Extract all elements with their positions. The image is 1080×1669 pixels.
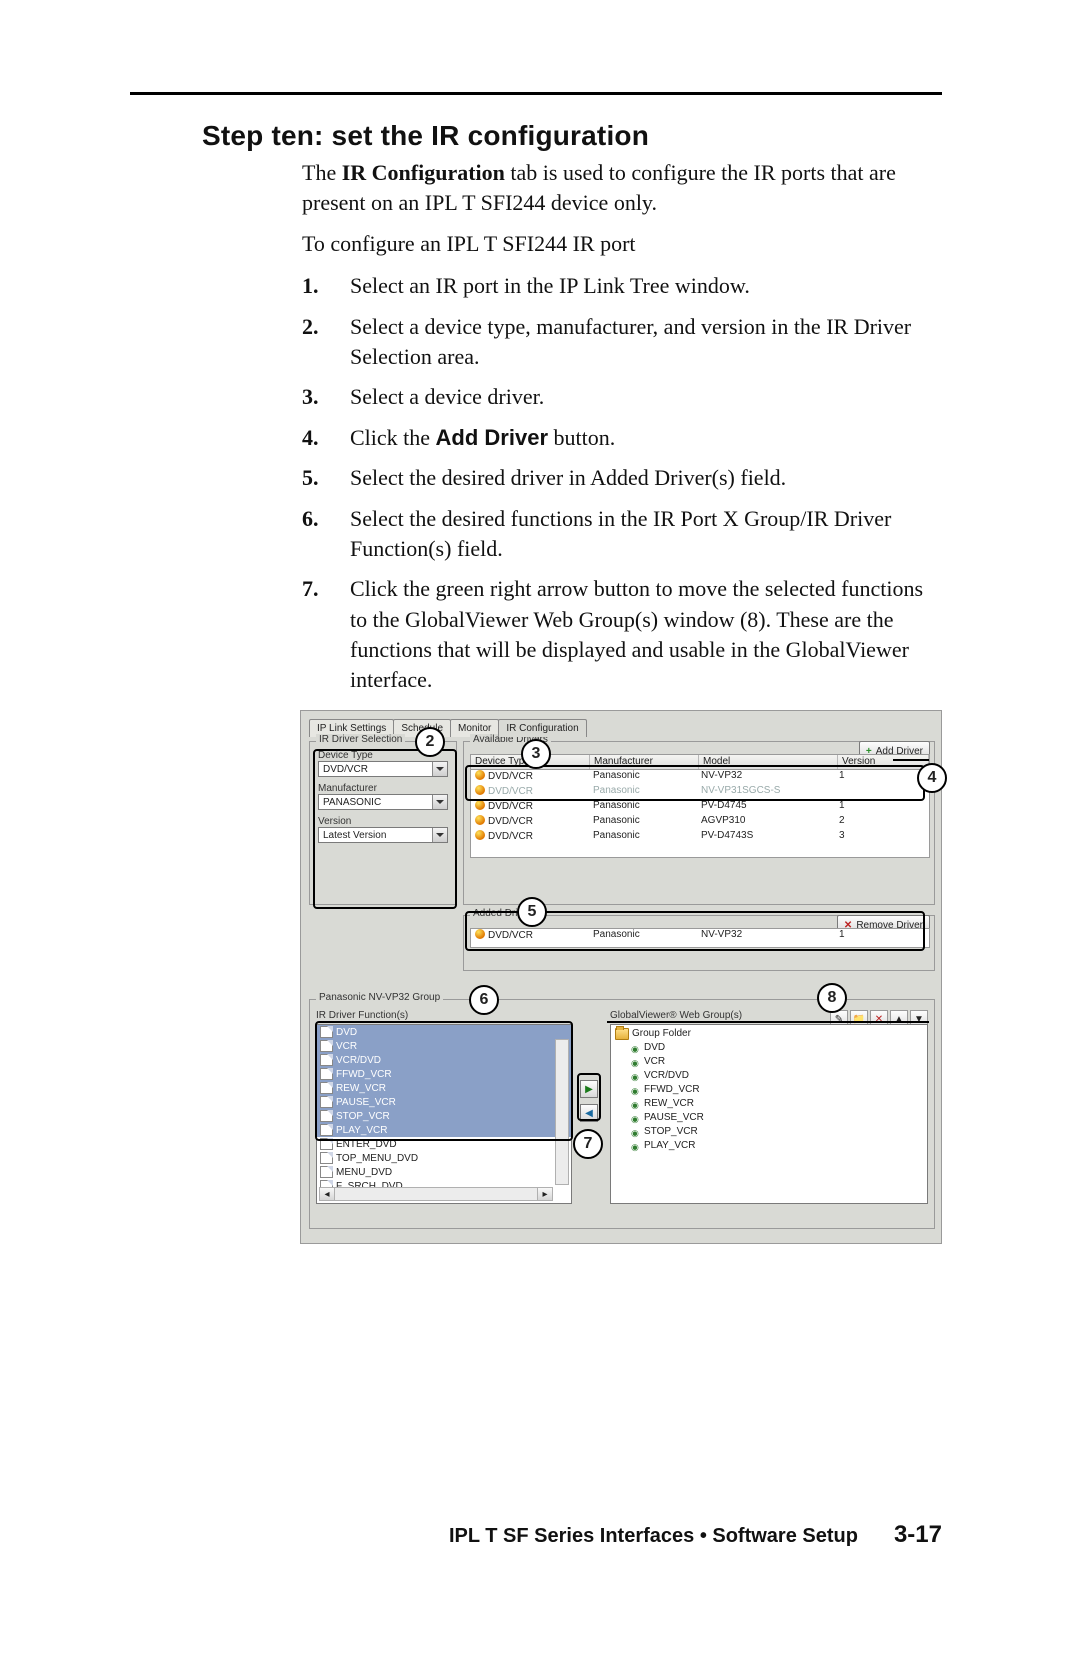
- disc-icon: [475, 770, 485, 780]
- disc-icon: [475, 815, 485, 825]
- list-item[interactable]: REW_VCR: [317, 1081, 571, 1095]
- signal-icon: [631, 1085, 641, 1095]
- ui-screenshot: IP Link Settings Schedule Monitor IR Con…: [300, 710, 942, 1244]
- tree-item[interactable]: STOP_VCR: [615, 1125, 923, 1139]
- move-left-button[interactable]: ◀: [580, 1104, 598, 1122]
- list-item[interactable]: MENU_DVD: [317, 1165, 571, 1179]
- page: Step ten: set the IR configuration The I…: [0, 0, 1080, 1669]
- page-footer: IPL T SF Series Interfaces • Software Se…: [130, 1521, 942, 1549]
- signal-icon: [631, 1071, 641, 1081]
- callout-2: 2: [415, 727, 445, 757]
- list-item[interactable]: PLAY_VCR: [317, 1123, 571, 1137]
- label-globalviewer-web-groups: GlobalViewer® Web Group(s): [610, 1010, 742, 1021]
- col-manufacturer[interactable]: Manufacturer: [590, 755, 699, 769]
- list-item[interactable]: FFWD_VCR: [317, 1067, 571, 1081]
- callout-8: 8: [817, 983, 847, 1013]
- file-icon: [320, 1054, 333, 1066]
- callout-7: 7: [573, 1129, 603, 1159]
- tree-item[interactable]: PLAY_VCR: [615, 1139, 923, 1153]
- file-icon: [320, 1040, 333, 1052]
- file-icon: [320, 1026, 333, 1038]
- file-icon: [320, 1082, 333, 1094]
- group-label: IR Driver Selection: [316, 734, 405, 745]
- content: Step ten: set the IR configuration The I…: [202, 120, 942, 758]
- callout-5: 5: [517, 897, 547, 927]
- label-ir-driver-functions: IR Driver Function(s): [316, 1010, 408, 1021]
- chevron-down-icon: [432, 828, 447, 842]
- folder-icon: [615, 1028, 629, 1040]
- file-icon: [320, 1110, 333, 1122]
- combo-manufacturer[interactable]: PANASONIC: [318, 794, 448, 810]
- file-icon: [320, 1068, 333, 1080]
- globalviewer-web-groups-tree[interactable]: Group Folder DVD VCR VCR/DVD FFWD_VCR RE…: [610, 1024, 928, 1204]
- disc-icon: [475, 929, 485, 939]
- callout-3: 3: [521, 739, 551, 769]
- available-drivers-table[interactable]: DVD/VCRPanasonicNV-VP321 DVD/VCRPanasoni…: [470, 770, 930, 858]
- file-icon: [320, 1138, 333, 1150]
- transfer-buttons: ▶ ◀: [580, 1080, 598, 1128]
- scroll-right-icon[interactable]: ▸: [537, 1188, 552, 1200]
- tab-ir-configuration[interactable]: IR Configuration: [498, 719, 586, 737]
- scrollbar-vertical[interactable]: [555, 1039, 569, 1185]
- scroll-left-icon[interactable]: ◂: [320, 1188, 335, 1200]
- list-item[interactable]: TOP_MENU_DVD: [317, 1151, 571, 1165]
- label-version: Version: [318, 816, 448, 827]
- disc-icon: [475, 830, 485, 840]
- scrollbar-horizontal[interactable]: ◂▸: [319, 1187, 553, 1201]
- callout-line-4: [893, 759, 929, 761]
- file-icon: [320, 1166, 333, 1178]
- group-label: Panasonic NV-VP32 Group: [316, 992, 443, 1003]
- signal-icon: [631, 1141, 641, 1151]
- disc-icon: [475, 800, 485, 810]
- callout-4: 4: [917, 763, 947, 793]
- tree-item[interactable]: FFWD_VCR: [615, 1083, 923, 1097]
- signal-icon: [631, 1127, 641, 1137]
- ir-driver-functions-list[interactable]: DVD VCR VCR/DVD FFWD_VCR REW_VCR PAUSE_V…: [316, 1024, 572, 1204]
- tree-item[interactable]: PAUSE_VCR: [615, 1111, 923, 1125]
- top-rule: [130, 92, 942, 95]
- signal-icon: [631, 1043, 641, 1053]
- combo-device-type[interactable]: DVD/VCR: [318, 761, 448, 777]
- tree-item[interactable]: REW_VCR: [615, 1097, 923, 1111]
- disc-icon: [475, 785, 485, 795]
- file-icon: [320, 1152, 333, 1164]
- callout-6: 6: [469, 985, 499, 1015]
- group-ir-driver-selection: IR Driver Selection Device Type DVD/VCR …: [309, 741, 457, 905]
- tree-item[interactable]: VCR/DVD: [615, 1069, 923, 1083]
- group-device: Panasonic NV-VP32 Group IR Driver Functi…: [309, 999, 935, 1229]
- signal-icon: [631, 1057, 641, 1067]
- list-item[interactable]: VCR: [317, 1039, 571, 1053]
- tree-folder[interactable]: Group Folder: [615, 1027, 923, 1041]
- file-icon: [320, 1124, 333, 1136]
- chevron-down-icon: [432, 795, 447, 809]
- added-drivers-table[interactable]: DVD/VCRPanasonicNV-VP321: [470, 928, 930, 948]
- signal-icon: [631, 1113, 641, 1123]
- list-item[interactable]: ENTER_DVD: [317, 1137, 571, 1151]
- signal-icon: [631, 1099, 641, 1109]
- list-item[interactable]: PAUSE_VCR: [317, 1095, 571, 1109]
- chevron-down-icon: [432, 762, 447, 776]
- step-heading: Step ten: set the IR configuration: [202, 120, 942, 152]
- tree-item[interactable]: VCR: [615, 1055, 923, 1069]
- col-version[interactable]: Version: [838, 755, 929, 769]
- tree-item[interactable]: DVD: [615, 1041, 923, 1055]
- list-item[interactable]: VCR/DVD: [317, 1053, 571, 1067]
- label-manufacturer: Manufacturer: [318, 783, 448, 794]
- list-item[interactable]: STOP_VCR: [317, 1109, 571, 1123]
- combo-version[interactable]: Latest Version: [318, 827, 448, 843]
- move-right-button[interactable]: ▶: [580, 1080, 598, 1098]
- footer-title: IPL T SF Series Interfaces • Software Se…: [449, 1525, 858, 1548]
- steps-list: 1.Select an IR port in the IP Link Tree …: [302, 271, 942, 736]
- col-model[interactable]: Model: [699, 755, 838, 769]
- file-icon: [320, 1096, 333, 1108]
- footer-page-number: 3-17: [894, 1521, 942, 1549]
- lead-line: To configure an IPL T SFI244 IR port: [302, 231, 942, 257]
- intro-paragraph: The IR Configuration tab is used to conf…: [302, 158, 942, 217]
- list-item[interactable]: DVD: [317, 1025, 571, 1039]
